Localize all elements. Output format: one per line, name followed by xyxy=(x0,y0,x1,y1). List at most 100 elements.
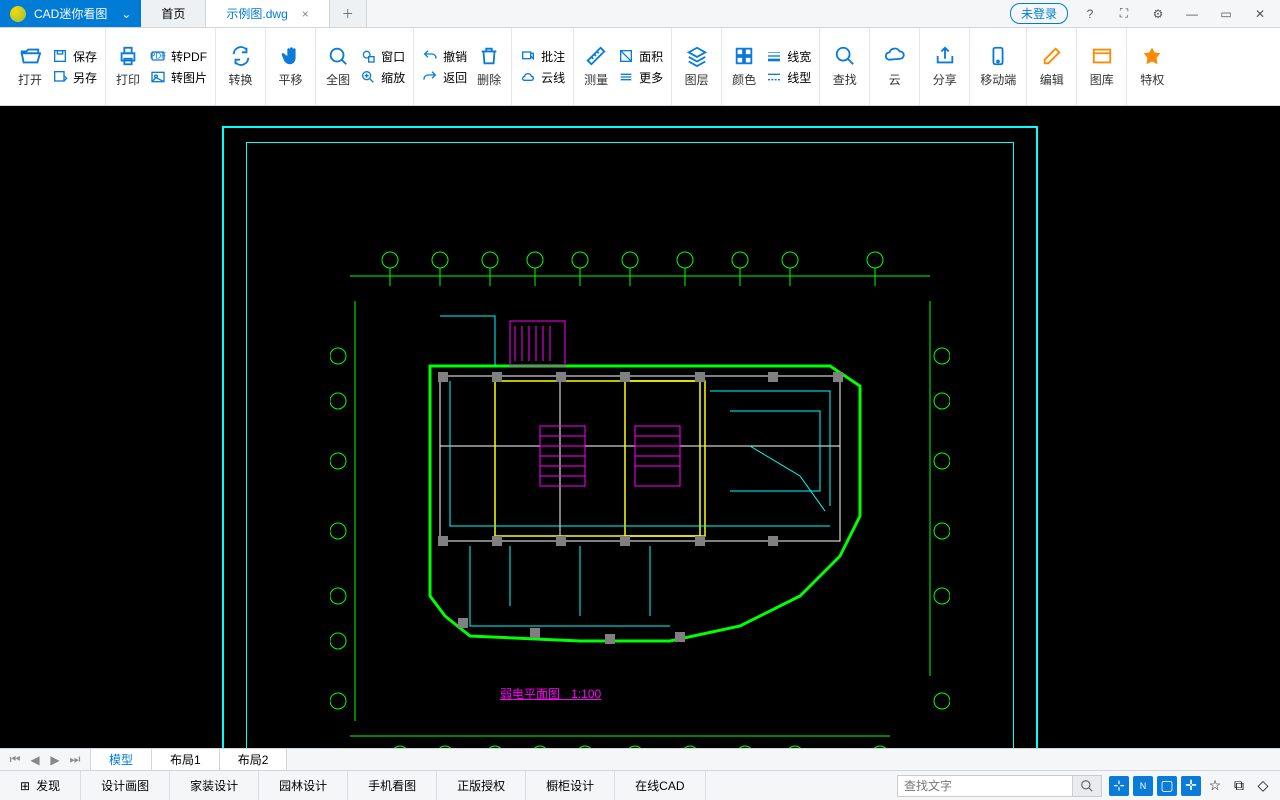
app-title-text: CAD迷你看图 xyxy=(34,5,107,22)
floorplan-drawing xyxy=(330,246,950,748)
box-icon[interactable]: ⧉ xyxy=(1228,775,1250,797)
status-bar: ⊞发现 设计画图 家装设计 园林设计 手机看图 正版授权 橱柜设计 在线CAD … xyxy=(0,770,1280,800)
cloud-line-icon xyxy=(520,69,536,85)
zoom-window-icon xyxy=(360,48,376,64)
layers-icon xyxy=(686,45,708,67)
search-input[interactable] xyxy=(897,775,1072,797)
tab-add[interactable]: ＋ xyxy=(330,0,367,27)
library-icon xyxy=(1091,45,1113,67)
save-icon xyxy=(52,48,68,64)
maximize-icon[interactable]: ▭ xyxy=(1214,2,1238,26)
search-box xyxy=(897,771,1102,800)
close-window-icon[interactable]: ✕ xyxy=(1248,2,1272,26)
drawing-title: 弱电平面图 1:100 xyxy=(500,685,601,702)
share-button[interactable]: 分享 xyxy=(927,41,963,92)
folder-open-icon xyxy=(19,45,41,67)
status-link-4[interactable]: 正版授权 xyxy=(437,771,526,800)
zoom-button[interactable]: 缩放 xyxy=(356,67,409,88)
toimg-button[interactable]: 转图片 xyxy=(146,67,211,88)
back-button[interactable]: 返回 xyxy=(418,67,471,88)
delete-button[interactable]: 删除 xyxy=(471,41,507,92)
convert-icon xyxy=(230,45,252,67)
status-link-0[interactable]: 设计画图 xyxy=(81,771,170,800)
tab-home[interactable]: 首页 xyxy=(141,0,206,27)
title-right: 未登录 ? ⛶ ⚙ — ▭ ✕ xyxy=(1002,0,1280,27)
search-button[interactable] xyxy=(1072,775,1102,797)
status-link-3[interactable]: 手机看图 xyxy=(348,771,437,800)
save-button[interactable]: 保存 xyxy=(48,46,101,67)
trash-icon xyxy=(478,45,500,67)
login-button[interactable]: 未登录 xyxy=(1010,3,1068,24)
privilege-button[interactable]: 特权 xyxy=(1134,41,1170,92)
app-logo-icon xyxy=(10,6,26,22)
color-button[interactable]: 颜色 xyxy=(726,41,762,92)
last-icon[interactable]: ⏭ xyxy=(66,752,84,768)
mobile-button[interactable]: 移动端 xyxy=(974,41,1022,92)
status-link-5[interactable]: 橱柜设计 xyxy=(526,771,615,800)
prev-icon[interactable]: ◀ xyxy=(26,752,44,768)
zoom-fit-icon xyxy=(327,45,349,67)
pan-button[interactable]: 平移 xyxy=(273,41,309,92)
tab-layout2[interactable]: 布局2 xyxy=(220,749,288,770)
tab-file-label: 示例图.dwg xyxy=(226,5,287,22)
vip-icon xyxy=(1141,45,1163,67)
settings-icon[interactable]: ⚙ xyxy=(1146,2,1170,26)
saveas-button[interactable]: 另存 xyxy=(48,67,101,88)
status-link-6[interactable]: 在线CAD xyxy=(615,771,705,800)
snap-rect-icon[interactable]: ▢ xyxy=(1157,776,1177,796)
help-icon[interactable]: ? xyxy=(1078,2,1102,26)
palette-icon xyxy=(733,45,755,67)
print-button[interactable]: 打印 xyxy=(110,41,146,92)
area-button[interactable]: 面积 xyxy=(614,46,667,67)
grid-icon: ⊞ xyxy=(20,779,30,793)
layout-tabs: ⏮ ◀ ▶ ⏭ 模型 布局1 布局2 xyxy=(0,748,1280,770)
convert-button[interactable]: 转换 xyxy=(223,41,259,92)
tab-file[interactable]: 示例图.dwg × xyxy=(206,0,329,27)
find-button[interactable]: 查找 xyxy=(827,41,863,92)
snap-node-icon[interactable]: N xyxy=(1133,776,1153,796)
fit-button[interactable]: 全图 xyxy=(320,41,356,92)
area-icon xyxy=(618,48,634,64)
lineweight-icon xyxy=(766,48,782,64)
linetype-button[interactable]: 线型 xyxy=(762,67,815,88)
topdf-button[interactable]: PDF转PDF xyxy=(146,46,211,67)
layers-button[interactable]: 图层 xyxy=(679,41,715,92)
snap-endpoint-icon[interactable]: ⊹ xyxy=(1109,776,1129,796)
search-icon xyxy=(834,45,856,67)
fullscreen-icon[interactable]: ⛶ xyxy=(1112,2,1136,26)
lineweight-button[interactable]: 线宽 xyxy=(762,46,815,67)
undo-button[interactable]: 撤销 xyxy=(418,46,471,67)
share-icon xyxy=(934,45,956,67)
annotate-icon xyxy=(520,48,536,64)
minimize-icon[interactable]: — xyxy=(1180,2,1204,26)
linetype-icon xyxy=(766,69,782,85)
close-icon[interactable]: × xyxy=(302,7,309,21)
chevron-down-icon: ⌄ xyxy=(121,7,131,21)
tab-model[interactable]: 模型 xyxy=(91,749,152,770)
snap-cross-icon[interactable]: ✛ xyxy=(1181,776,1201,796)
tab-layout1[interactable]: 布局1 xyxy=(152,749,220,770)
discover-link[interactable]: ⊞发现 xyxy=(0,771,81,800)
edit-button[interactable]: 编辑 xyxy=(1034,41,1070,92)
edit-icon xyxy=(1041,45,1063,67)
first-icon[interactable]: ⏮ xyxy=(6,752,24,768)
status-link-1[interactable]: 家装设计 xyxy=(170,771,259,800)
return-icon xyxy=(422,69,438,85)
app-menu[interactable]: CAD迷你看图 ⌄ xyxy=(0,0,141,27)
hand-icon xyxy=(280,45,302,67)
window-button[interactable]: 窗口 xyxy=(356,46,409,67)
undo-icon xyxy=(422,48,438,64)
status-link-2[interactable]: 园林设计 xyxy=(259,771,348,800)
annotate-button[interactable]: 批注 xyxy=(516,46,569,67)
library-button[interactable]: 图库 xyxy=(1084,41,1120,92)
title-bar: CAD迷你看图 ⌄ 首页 示例图.dwg × ＋ 未登录 ? ⛶ ⚙ — ▭ ✕ xyxy=(0,0,1280,28)
tag-icon[interactable]: ◇ xyxy=(1252,775,1274,797)
star-icon[interactable]: ☆ xyxy=(1204,775,1226,797)
open-button[interactable]: 打开 xyxy=(12,41,48,92)
cloud-button[interactable]: 云 xyxy=(878,41,912,92)
next-icon[interactable]: ▶ xyxy=(46,752,64,768)
cloudline-button[interactable]: 云线 xyxy=(516,67,569,88)
drawing-canvas[interactable]: 弱电平面图 1:100 xyxy=(0,106,1280,748)
more-button[interactable]: 更多 xyxy=(614,67,667,88)
measure-button[interactable]: 测量 xyxy=(578,41,614,92)
